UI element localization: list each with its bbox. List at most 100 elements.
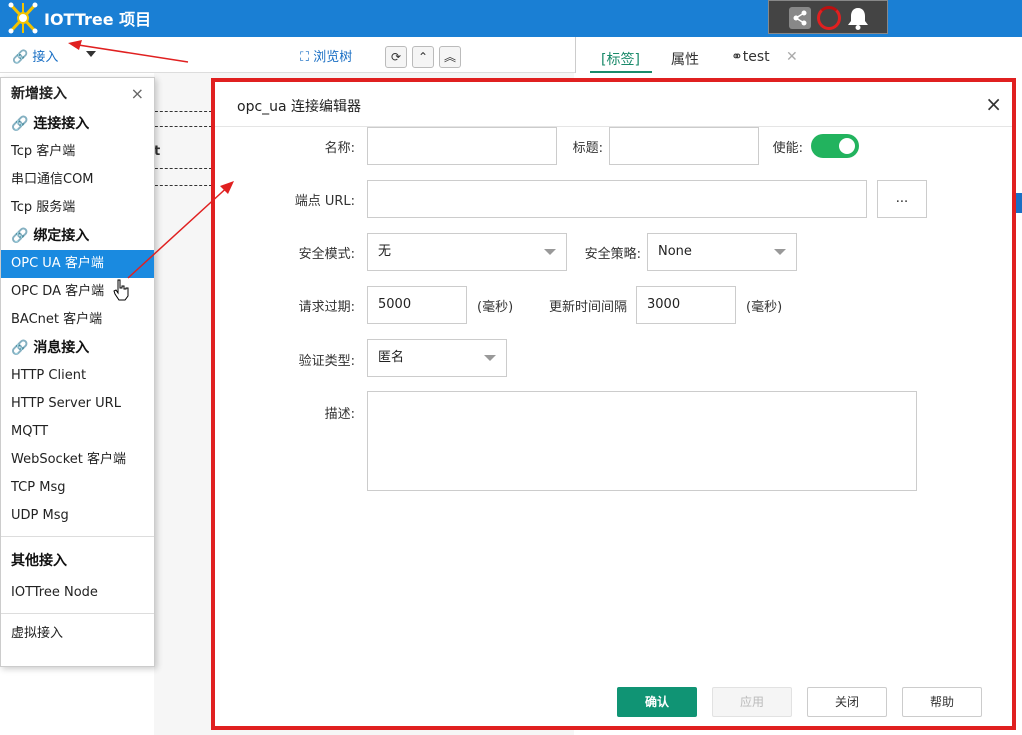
name-label: 名称: [324,141,355,156]
menu-group-label: 绑定接入 [33,228,90,244]
confirm-button[interactable]: 确认 [617,687,697,717]
app-title: IOTTree 项目 [44,10,152,29]
menu-group-label: 消息接入 [33,340,90,356]
auth-type-label: 验证类型: [298,354,355,369]
security-mode-select[interactable]: 无 [367,233,567,271]
node-graph-icon: ⚭ [731,49,743,65]
bell-icon[interactable] [845,5,871,31]
help-button[interactable]: 帮助 [902,687,982,717]
top-tools [768,0,888,34]
apply-button[interactable]: 应用 [712,687,792,717]
ms-unit-label: (毫秒) [746,300,783,315]
menu-item-iottree-node[interactable]: IOTTree Node [1,579,154,607]
name-input[interactable] [367,127,557,165]
browse-tree-button[interactable]: ⛶ 浏览树 [300,46,352,65]
menu-item-tcp-msg[interactable]: TCP Msg [1,474,154,502]
security-policy-select[interactable]: None [647,233,797,271]
move-up-button[interactable]: ⌃ [412,46,434,68]
tree-node-outline [150,168,212,186]
menu-item-tcp-server[interactable]: Tcp 服务端 [1,194,154,222]
refresh-icon: ⟳ [390,50,402,64]
menu-divider [1,536,154,537]
title-label: 标题: [572,141,603,156]
menu-group-other: 其他接入 [11,553,67,569]
security-policy-label: 安全策略: [584,247,641,262]
chevron-down-icon [774,249,786,255]
request-timeout-input[interactable]: 5000 [367,286,467,324]
close-button[interactable]: 关闭 [807,687,887,717]
toggle-knob [839,138,855,154]
dialog-title: opc_ua 连接编辑器 [237,99,362,115]
tab-test[interactable]: ⚭test [731,49,770,65]
hand-cursor-icon [113,279,129,301]
tree-node-outline [150,111,212,127]
security-mode-value: 无 [378,244,392,259]
opcua-editor-dialog: opc_ua 连接编辑器 × 名称: 标题: 使能: 端点 URL: ... 安… [211,78,1016,730]
share-icon [793,10,807,26]
update-interval-input[interactable]: 3000 [636,286,736,324]
tab-properties[interactable]: 属性 [671,49,699,69]
chevron-down-icon[interactable] [86,51,96,57]
browse-label: 浏览树 [313,50,353,65]
add-connection-menu: 新增接入 × 🔗 连接接入 Tcp 客户端 串口通信COM Tcp 服务端 🔗 … [0,77,155,667]
menu-group-bind: 🔗 绑定接入 [1,222,154,250]
move-top-button[interactable]: ︽ [439,46,461,68]
menu-item-virtual[interactable]: 虚拟接入 [1,620,154,648]
link-icon: 🔗 [11,116,34,132]
menu-group-connect: 🔗 连接接入 [1,110,154,138]
menu-item-bacnet-client[interactable]: BACnet 客户端 [1,306,154,334]
link-icon: 🔗 [11,340,34,356]
top-bar: IOTTree 项目 [0,0,1022,37]
security-policy-value: None [658,244,692,259]
security-mode-label: 安全模式: [298,247,355,262]
endpoint-label: 端点 URL: [294,194,355,209]
link-icon: 🔗 [11,228,34,244]
menu-item-tcp-client[interactable]: Tcp 客户端 [1,138,154,166]
connect-label: 接入 [32,50,59,65]
chevron-down-icon [484,355,496,361]
refresh-button[interactable]: ⟳ [385,46,407,68]
connect-menu-link[interactable]: 🔗 接入 [12,46,58,65]
menu-item-serial-com[interactable]: 串口通信COM [1,166,154,194]
description-label: 描述: [324,407,355,422]
sitemap-icon: ⛶ [300,50,310,65]
menu-group-label: 连接接入 [33,116,90,132]
dialog-close-icon[interactable]: × [985,92,1002,116]
enable-label: 使能: [772,141,803,156]
menu-title: 新增接入 [11,86,67,102]
tab-test-label: test [742,49,770,65]
connection-toolbar: 🔗 接入 ⛶ 浏览树 ⟳ ⌃ ︽ [0,37,575,73]
link-icon: 🔗 [12,50,29,65]
menu-item-udp-msg[interactable]: UDP Msg [1,502,154,530]
close-tab-icon[interactable]: ✕ [786,49,798,65]
endpoint-browse-button[interactable]: ... [877,180,927,218]
menu-item-http-server-url[interactable]: HTTP Server URL [1,390,154,418]
request-timeout-label: 请求过期: [298,300,355,315]
update-interval-label: 更新时间间隔 [548,300,627,315]
menu-divider [1,613,154,614]
active-tab-indicator [590,71,652,73]
right-tab-bar: [标签] 属性 ⚭test ✕ [575,37,1022,73]
share-button[interactable] [789,7,811,29]
endpoint-url-input[interactable] [367,180,867,218]
chevron-down-icon [544,249,556,255]
menu-item-http-client[interactable]: HTTP Client [1,362,154,390]
description-textarea[interactable] [367,391,917,491]
menu-group-msg: 🔗 消息接入 [1,334,154,362]
right-edge-indicator [1016,193,1022,213]
menu-item-opcda-client[interactable]: OPC DA 客户端 [1,278,154,306]
double-chevron-up-icon: ︽ [443,50,456,64]
close-icon[interactable]: × [131,78,144,110]
auth-type-value: 匿名 [378,350,405,365]
auth-type-select[interactable]: 匿名 [367,339,507,377]
enable-toggle[interactable] [811,134,859,158]
status-ring-icon[interactable] [817,6,841,30]
ms-unit-label: (毫秒) [477,300,514,315]
menu-item-opcua-client[interactable]: OPC UA 客户端 [1,250,154,278]
title-input[interactable] [609,127,759,165]
iottree-logo-icon [8,2,38,34]
tab-tags[interactable]: [标签] [601,49,640,69]
menu-item-websocket-client[interactable]: WebSocket 客户端 [1,446,154,474]
menu-item-mqtt[interactable]: MQTT [1,418,154,446]
chevron-up-icon: ⌃ [417,50,429,64]
